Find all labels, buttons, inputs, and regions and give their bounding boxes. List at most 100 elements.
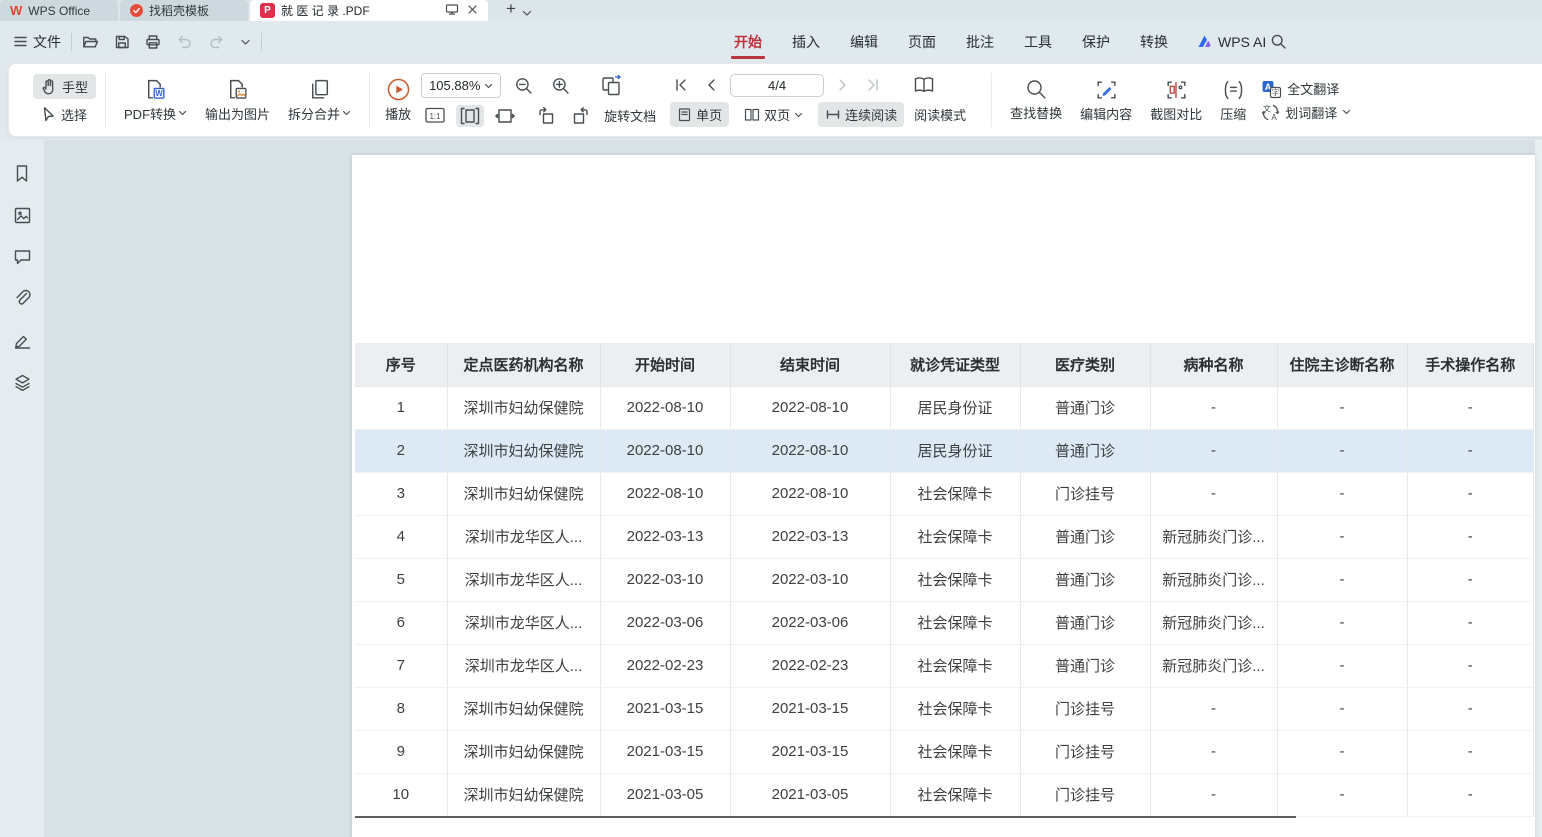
- divider: [369, 73, 370, 127]
- pdf-convert-label: PDF转换: [124, 104, 176, 123]
- menu-tab-edit[interactable]: 编辑: [849, 23, 879, 61]
- select-tool-button[interactable]: 选择: [33, 102, 96, 127]
- table-body: 1深圳市妇幼保健院2022-08-102022-08-10居民身份证普通门诊--…: [355, 386, 1534, 816]
- compress-button[interactable]: 压缩: [1211, 78, 1255, 123]
- wps-ai-label: WPS AI: [1218, 34, 1266, 50]
- table-cell: -: [1407, 644, 1534, 687]
- page-indicator-input[interactable]: [730, 74, 824, 97]
- export-image-button[interactable]: 输出为图片: [196, 78, 279, 123]
- table-cell: -: [1407, 429, 1534, 472]
- comments-panel-icon[interactable]: [11, 246, 34, 268]
- menu-tab-convert[interactable]: 转换: [1139, 23, 1169, 61]
- print-icon[interactable]: [145, 34, 161, 50]
- full-translate-button[interactable]: A 字 全文翻译: [1261, 79, 1351, 99]
- tab-wps-office[interactable]: W WPS Office: [0, 0, 118, 21]
- bookmarks-panel-icon[interactable]: [11, 162, 33, 185]
- table-cell: 深圳市妇幼保健院: [447, 472, 600, 515]
- table-cell: 居民身份证: [890, 429, 1020, 472]
- actual-size-button[interactable]: 1:1: [421, 105, 449, 126]
- tab-document-pdf[interactable]: P 就 医 记 录 .PDF: [250, 0, 488, 21]
- page-fit-switch-button[interactable]: [596, 73, 628, 99]
- zoom-in-button[interactable]: [547, 74, 575, 98]
- next-page-button[interactable]: [834, 76, 852, 94]
- cursor-icon: [41, 106, 56, 122]
- file-menu-label: 文件: [33, 32, 61, 52]
- pdf-convert-button[interactable]: W PDF转换: [115, 78, 196, 123]
- tab-label: 就 医 记 录 .PDF: [281, 2, 370, 19]
- rotate-right-button[interactable]: [567, 104, 595, 128]
- read-mode-button[interactable]: 阅读模式: [912, 102, 973, 127]
- table-cell: -: [1407, 386, 1534, 429]
- table-row: 7深圳市龙华区人...2022-02-232022-02-23社会保障卡普通门诊…: [355, 644, 1534, 687]
- split-merge-label: 拆分合并: [288, 104, 340, 123]
- tab-docer-templates[interactable]: 找稻壳模板: [120, 0, 248, 21]
- last-page-button[interactable]: [862, 76, 884, 94]
- column-header: 手术操作名称: [1407, 343, 1534, 386]
- ribbon-search-icon[interactable]: [1270, 33, 1287, 55]
- word-translate-button[interactable]: 文 A 划词翻译: [1261, 103, 1351, 122]
- menu-tab-tools[interactable]: 工具: [1023, 23, 1053, 61]
- open-file-icon[interactable]: [82, 34, 99, 50]
- table-cell: 9: [355, 730, 447, 773]
- hand-icon: [41, 78, 57, 95]
- menu-tab-insert[interactable]: 插入: [791, 23, 821, 61]
- table-cell: 深圳市妇幼保健院: [447, 773, 600, 816]
- table-cell: -: [1150, 429, 1277, 472]
- table-cell: 4: [355, 515, 447, 558]
- split-merge-button[interactable]: 拆分合并: [279, 78, 360, 123]
- pdf-page[interactable]: 序号定点医药机构名称开始时间结束时间就诊凭证类型医疗类别病种名称住院主诊断名称手…: [352, 155, 1535, 837]
- layers-panel-icon[interactable]: [11, 371, 34, 394]
- new-tab-button[interactable]: +: [500, 0, 522, 21]
- full-translate-icon: A 字: [1261, 79, 1282, 99]
- table-row: 5深圳市龙华区人...2022-03-102022-03-10社会保障卡普通门诊…: [355, 558, 1534, 601]
- file-menu-button[interactable]: 文件: [14, 32, 61, 52]
- zoom-out-button[interactable]: [510, 74, 538, 98]
- divider: [105, 73, 106, 127]
- menu-tab-home[interactable]: 开始: [733, 23, 763, 61]
- wps-logo-icon: W: [10, 4, 22, 17]
- continuous-read-button[interactable]: 连续阅读: [818, 102, 904, 127]
- table-cell: 2022-08-10: [730, 429, 890, 472]
- qat-chevron-icon[interactable]: [240, 38, 251, 46]
- fit-width-button[interactable]: [491, 105, 519, 127]
- vertical-scrollbar[interactable]: [1535, 140, 1542, 837]
- previous-page-button[interactable]: [702, 76, 720, 94]
- thumbnails-panel-icon[interactable]: [11, 204, 34, 227]
- save-icon[interactable]: [114, 34, 130, 50]
- chevron-down-icon: [178, 110, 187, 116]
- menu-tab-protect[interactable]: 保护: [1081, 23, 1111, 61]
- double-page-label: 双页: [764, 105, 790, 124]
- menu-tab-page[interactable]: 页面: [907, 23, 937, 61]
- double-page-button[interactable]: 双页: [737, 102, 810, 127]
- wps-ai-button[interactable]: WPS AI: [1197, 34, 1266, 50]
- medical-table: 序号定点医药机构名称开始时间结束时间就诊凭证类型医疗类别病种名称住院主诊断名称手…: [355, 343, 1534, 817]
- signature-panel-icon[interactable]: [11, 329, 34, 352]
- table-cell: 普通门诊: [1020, 644, 1150, 687]
- screen-share-icon[interactable]: [445, 3, 459, 19]
- menu-tab-comment[interactable]: 批注: [965, 23, 995, 61]
- word-translate-label: 划词翻译: [1285, 103, 1337, 122]
- first-page-button[interactable]: [670, 76, 692, 94]
- redo-icon[interactable]: [208, 34, 225, 49]
- read-mode-icon[interactable]: [908, 73, 940, 97]
- find-replace-button[interactable]: 查找替换: [1001, 78, 1071, 122]
- screenshot-compare-button[interactable]: 截图对比: [1141, 78, 1211, 123]
- close-tab-icon[interactable]: [467, 4, 478, 18]
- play-button[interactable]: 播放: [379, 77, 417, 123]
- rotate-doc-label[interactable]: 旋转文档: [604, 106, 656, 125]
- single-page-button[interactable]: 单页: [670, 102, 729, 127]
- divider: [71, 33, 72, 51]
- column-header: 住院主诊断名称: [1277, 343, 1407, 386]
- rotate-left-button[interactable]: [532, 104, 560, 128]
- tab-label: WPS Office: [28, 4, 90, 18]
- table-cell: 深圳市龙华区人...: [447, 644, 600, 687]
- table-cell: 深圳市龙华区人...: [447, 558, 600, 601]
- hand-tool-button[interactable]: 手型: [33, 74, 96, 99]
- edit-content-button[interactable]: 编辑内容: [1071, 78, 1141, 123]
- table-row: 6深圳市龙华区人...2022-03-062022-03-06社会保障卡普通门诊…: [355, 601, 1534, 644]
- attachments-panel-icon[interactable]: [11, 287, 34, 310]
- tab-list-chevron-icon[interactable]: [522, 4, 532, 21]
- undo-icon[interactable]: [176, 34, 193, 49]
- zoom-level-select[interactable]: 105.88%: [421, 73, 501, 98]
- fit-page-button[interactable]: [456, 105, 484, 127]
